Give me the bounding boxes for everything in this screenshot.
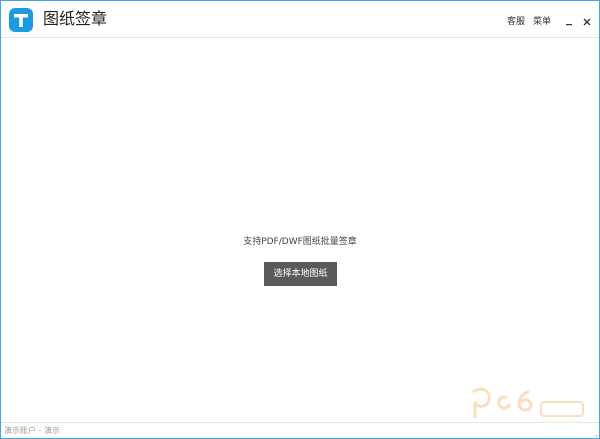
title-actions: 客服 菜单 [507, 11, 595, 29]
app-logo-icon [9, 8, 33, 32]
app-window: 图纸签章 客服 菜单 支持PDF/DWF图纸批量签章 选择本地图纸 演示账户 -… [0, 0, 600, 439]
minimize-icon [565, 11, 573, 30]
resize-grip-icon[interactable] [589, 428, 598, 438]
main-content: 支持PDF/DWF图纸批量签章 选择本地图纸 [1, 38, 599, 422]
close-icon [583, 11, 591, 30]
title-bar: 图纸签章 客服 菜单 [1, 1, 599, 38]
close-button[interactable] [579, 12, 595, 28]
supported-formats-hint: 支持PDF/DWF图纸批量签章 [243, 237, 357, 247]
customer-service-link[interactable]: 客服 [507, 14, 525, 27]
menu-link[interactable]: 菜单 [533, 14, 551, 27]
select-local-drawings-button[interactable]: 选择本地图纸 [264, 262, 337, 286]
site-watermark-icon [467, 384, 587, 424]
app-title: 图纸签章 [43, 9, 108, 28]
account-status-text: 演示账户 - 演示 [4, 426, 60, 435]
status-bar: 演示账户 - 演示 [1, 422, 599, 438]
minimize-button[interactable] [561, 12, 577, 28]
